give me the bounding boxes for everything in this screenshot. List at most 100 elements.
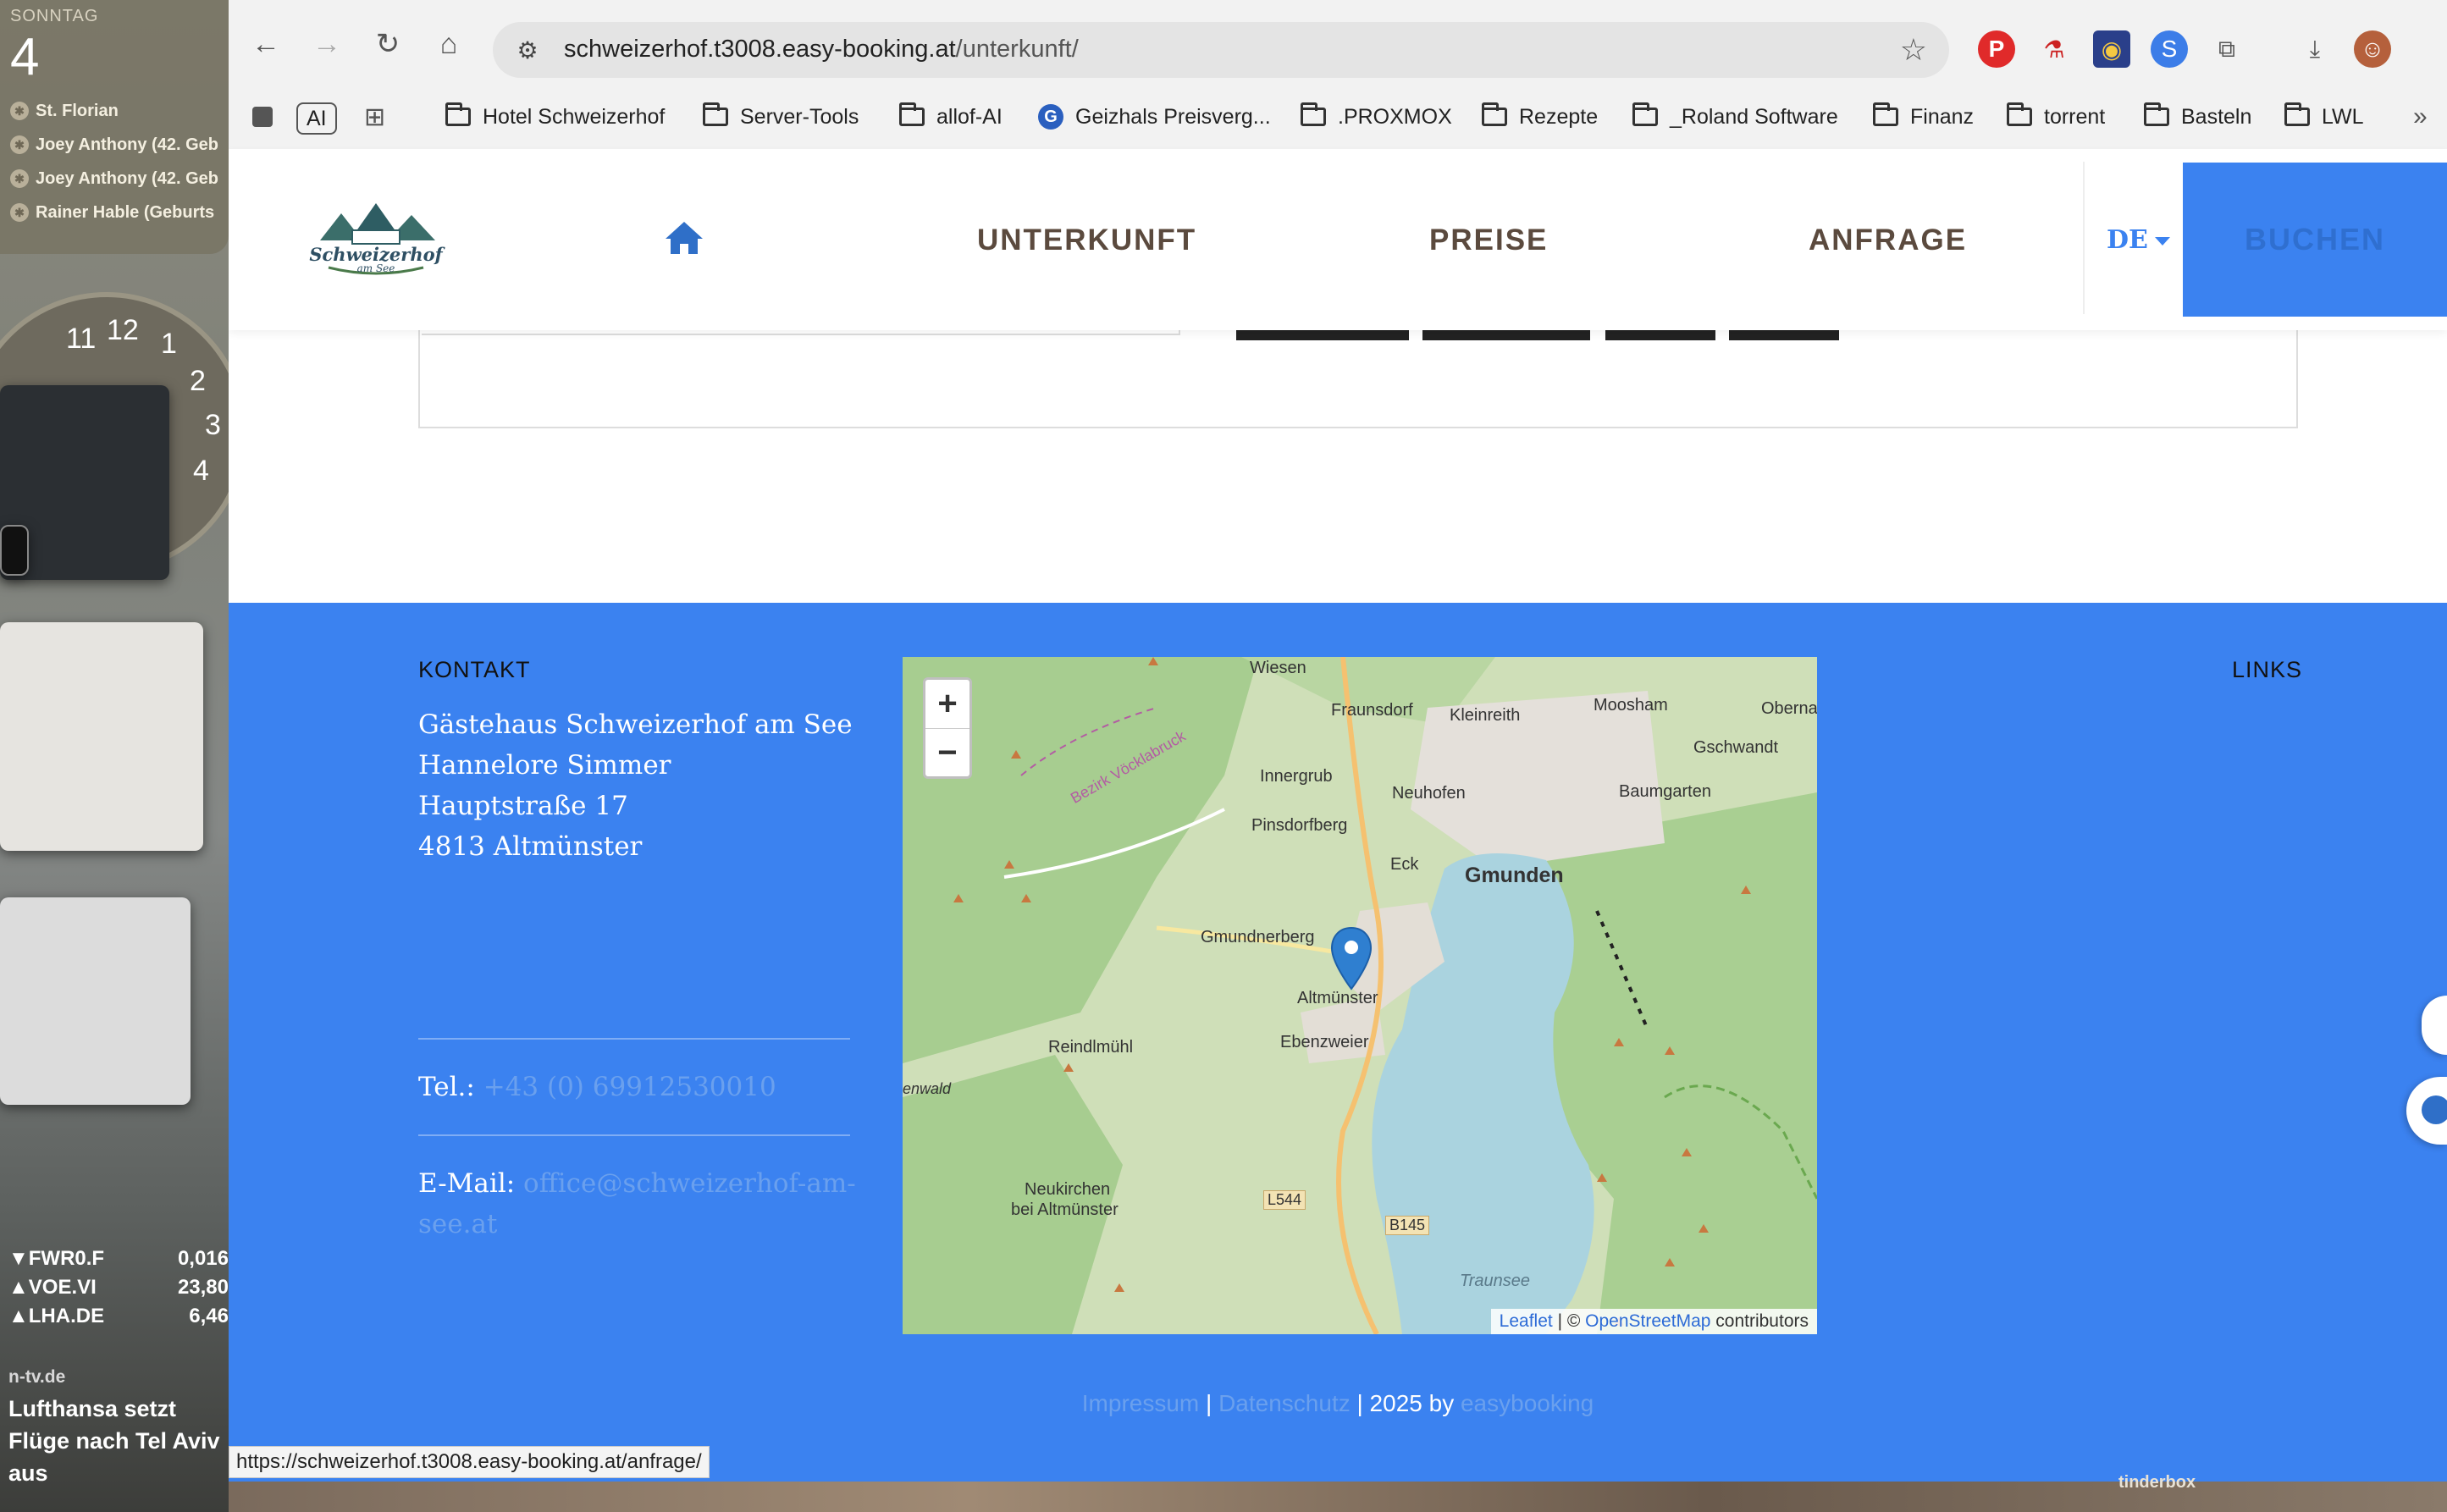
- event-icon: ✱: [10, 169, 29, 188]
- map[interactable]: Wiesen Fraunsdorf Kleinreith Moosham Obe…: [903, 657, 1817, 1334]
- chat-avatar-icon: [2422, 1095, 2447, 1124]
- map-label: Traunsee: [1460, 1272, 1531, 1290]
- window-thumbnail[interactable]: [0, 897, 191, 1105]
- back-arrow-icon[interactable]: ←: [246, 24, 286, 64]
- caret-down-icon: [2154, 237, 2170, 246]
- site-logo[interactable]: Schweizerhof am See: [303, 198, 449, 281]
- site-settings-icon[interactable]: ⚙: [511, 34, 544, 66]
- calendar-event[interactable]: ✱ St. Florian: [10, 97, 229, 125]
- bookmark-label: allof-AI: [936, 104, 1003, 129]
- bookmark-item[interactable]: _Roland Software: [1632, 100, 1838, 134]
- calendar-weekday: SONNTAG: [10, 7, 99, 25]
- leaflet-link[interactable]: Leaflet: [1500, 1311, 1553, 1331]
- divider: [418, 1134, 850, 1136]
- address-bar[interactable]: ⚙ schweizerhof.t3008.easy-booking.at/unt…: [493, 22, 1949, 78]
- dark-button-edge[interactable]: [1236, 330, 1409, 340]
- map-label: Gschwandt: [1693, 738, 1779, 757]
- stock-symbol: LHA.DE: [28, 1305, 105, 1327]
- sync-extension-icon[interactable]: S: [2151, 30, 2188, 68]
- ai-button[interactable]: AI: [296, 102, 337, 135]
- stock-trend-icon: ▲: [8, 1305, 29, 1327]
- phone-label: Tel.:: [418, 1072, 475, 1102]
- zoom-in-button[interactable]: +: [925, 680, 969, 729]
- stock-row: ▲VOE.VI 23,80: [8, 1273, 229, 1302]
- links-heading: LINKS: [2232, 657, 2303, 682]
- extension-icon[interactable]: ◉: [2093, 30, 2130, 68]
- url-text[interactable]: schweizerhof.t3008.easy-booking.at/unter…: [564, 36, 1079, 63]
- logo-subtext: am See: [356, 262, 395, 274]
- dock-label: tinderbox: [2118, 1473, 2196, 1492]
- site-footer: KONTAKT LINKS Gästehaus Schweizerhof am …: [229, 603, 2447, 1482]
- bookmark-label: Basteln: [2181, 104, 2252, 129]
- address-line: Gästehaus Schweizerhof am See: [418, 709, 853, 740]
- map-label: Oberna: [1761, 699, 1817, 718]
- bookmark-item[interactable]: allof-AI: [899, 100, 1003, 134]
- folder-icon: [1482, 102, 1507, 126]
- reload-icon[interactable]: ↻: [367, 24, 408, 64]
- language-selector[interactable]: DE: [2107, 225, 2170, 255]
- bookmark-label: _Roland Software: [1670, 104, 1838, 129]
- bookmark-item[interactable]: torrent: [2007, 100, 2105, 134]
- bookmark-item[interactable]: .PROXMOX: [1301, 100, 1452, 134]
- tool-extension-icon[interactable]: ⚗: [2035, 30, 2073, 68]
- extensions-puzzle-icon[interactable]: ⧉: [2208, 30, 2245, 68]
- map-label: Gmunden: [1465, 864, 1564, 887]
- road-label: B145: [1385, 1216, 1430, 1235]
- calendar-event[interactable]: ✱ Joey Anthony (42. Geb: [10, 130, 229, 159]
- home-icon[interactable]: [664, 220, 704, 256]
- map-label: Gmundnerberg: [1201, 928, 1315, 946]
- phone-link[interactable]: +43 (0) 69912530010: [483, 1072, 776, 1102]
- calendar-event[interactable]: ✱ Rainer Hable (Geburts: [10, 198, 229, 227]
- news-headline[interactable]: Lufthansa setzt Flüge nach Tel Aviv aus: [8, 1393, 229, 1489]
- stock-trend-icon: ▼: [8, 1247, 29, 1270]
- dark-button-edge[interactable]: [1729, 330, 1839, 340]
- home-icon[interactable]: ⌂: [428, 24, 469, 64]
- tab-groups-icon[interactable]: [252, 100, 273, 134]
- pinterest-icon[interactable]: P: [1978, 30, 2015, 68]
- stocks-widget[interactable]: ▼FWR0.F 0,016 ▲VOE.VI 23,80 ▲LHA.DE 6,46: [8, 1244, 229, 1331]
- nav-unterkunft[interactable]: UNTERKUNFT: [977, 223, 1196, 257]
- nav-anfrage[interactable]: ANFRAGE: [1809, 223, 1967, 257]
- download-icon[interactable]: ⤓: [2296, 30, 2334, 68]
- news-widget[interactable]: n-tv.de Lufthansa setzt Flüge nach Tel A…: [8, 1367, 229, 1489]
- bookmark-item[interactable]: Hotel Schweizerhof: [445, 100, 665, 134]
- calendar-event[interactable]: ✱ Joey Anthony (42. Geb: [10, 164, 229, 193]
- datenschutz-link[interactable]: Datenschutz: [1218, 1390, 1351, 1416]
- folder-icon: [899, 102, 925, 126]
- calendar-day-number: 4: [10, 28, 40, 86]
- zoom-out-button[interactable]: −: [925, 729, 969, 777]
- calendar-widget[interactable]: SONNTAG 4 ✱ St. Florian ✱ Joey Anthony (42…: [0, 0, 229, 254]
- language-label: DE: [2107, 225, 2148, 255]
- dark-button-edge[interactable]: [1422, 330, 1590, 340]
- bookmark-item[interactable]: Rezepte: [1482, 100, 1598, 134]
- openstreetmap-link[interactable]: OpenStreetMap: [1585, 1311, 1710, 1331]
- profile-avatar[interactable]: ☺: [2354, 30, 2391, 68]
- forward-arrow-icon[interactable]: →: [307, 24, 347, 64]
- map-label: Innergrub: [1260, 767, 1333, 786]
- header-divider: [2083, 162, 2085, 314]
- bookmark-item[interactable]: G Geizhals Preisverg...: [1038, 100, 1271, 134]
- easybooking-link[interactable]: easybooking: [1461, 1390, 1594, 1416]
- map-label: Ebenzweier: [1280, 1033, 1369, 1051]
- chevron-right-icon[interactable]: »: [2413, 100, 2428, 134]
- map-label: Neukirchen: [1025, 1180, 1111, 1199]
- impressum-link[interactable]: Impressum: [1082, 1390, 1199, 1416]
- bookmark-item[interactable]: Server-Tools: [703, 100, 859, 134]
- window-thumbnail[interactable]: [0, 525, 29, 576]
- dark-button-edge[interactable]: [1605, 330, 1715, 340]
- stock-value: 0,016: [177, 1247, 229, 1270]
- clock-number: 1: [161, 328, 177, 360]
- attribution-text: contributors: [1710, 1311, 1809, 1331]
- apps-grid-icon[interactable]: ⊞: [364, 100, 385, 134]
- bookmark-label: Finanz: [1910, 104, 1975, 129]
- map-pin-icon[interactable]: [1329, 926, 1373, 994]
- window-thumbnail[interactable]: [0, 622, 203, 851]
- nav-preise[interactable]: PREISE: [1429, 223, 1548, 257]
- bookmark-item[interactable]: LWL: [2284, 100, 2364, 134]
- book-button[interactable]: BUCHEN: [2183, 163, 2447, 317]
- bookmark-item[interactable]: Finanz: [1873, 100, 1974, 134]
- folder-icon: [2144, 102, 2169, 126]
- bookmark-item[interactable]: Basteln: [2144, 100, 2251, 134]
- bookmark-star-icon[interactable]: ☆: [1900, 32, 1927, 68]
- footer-bottom-line: Impressum | Datenschutz | 2025 by easybo…: [229, 1390, 2447, 1417]
